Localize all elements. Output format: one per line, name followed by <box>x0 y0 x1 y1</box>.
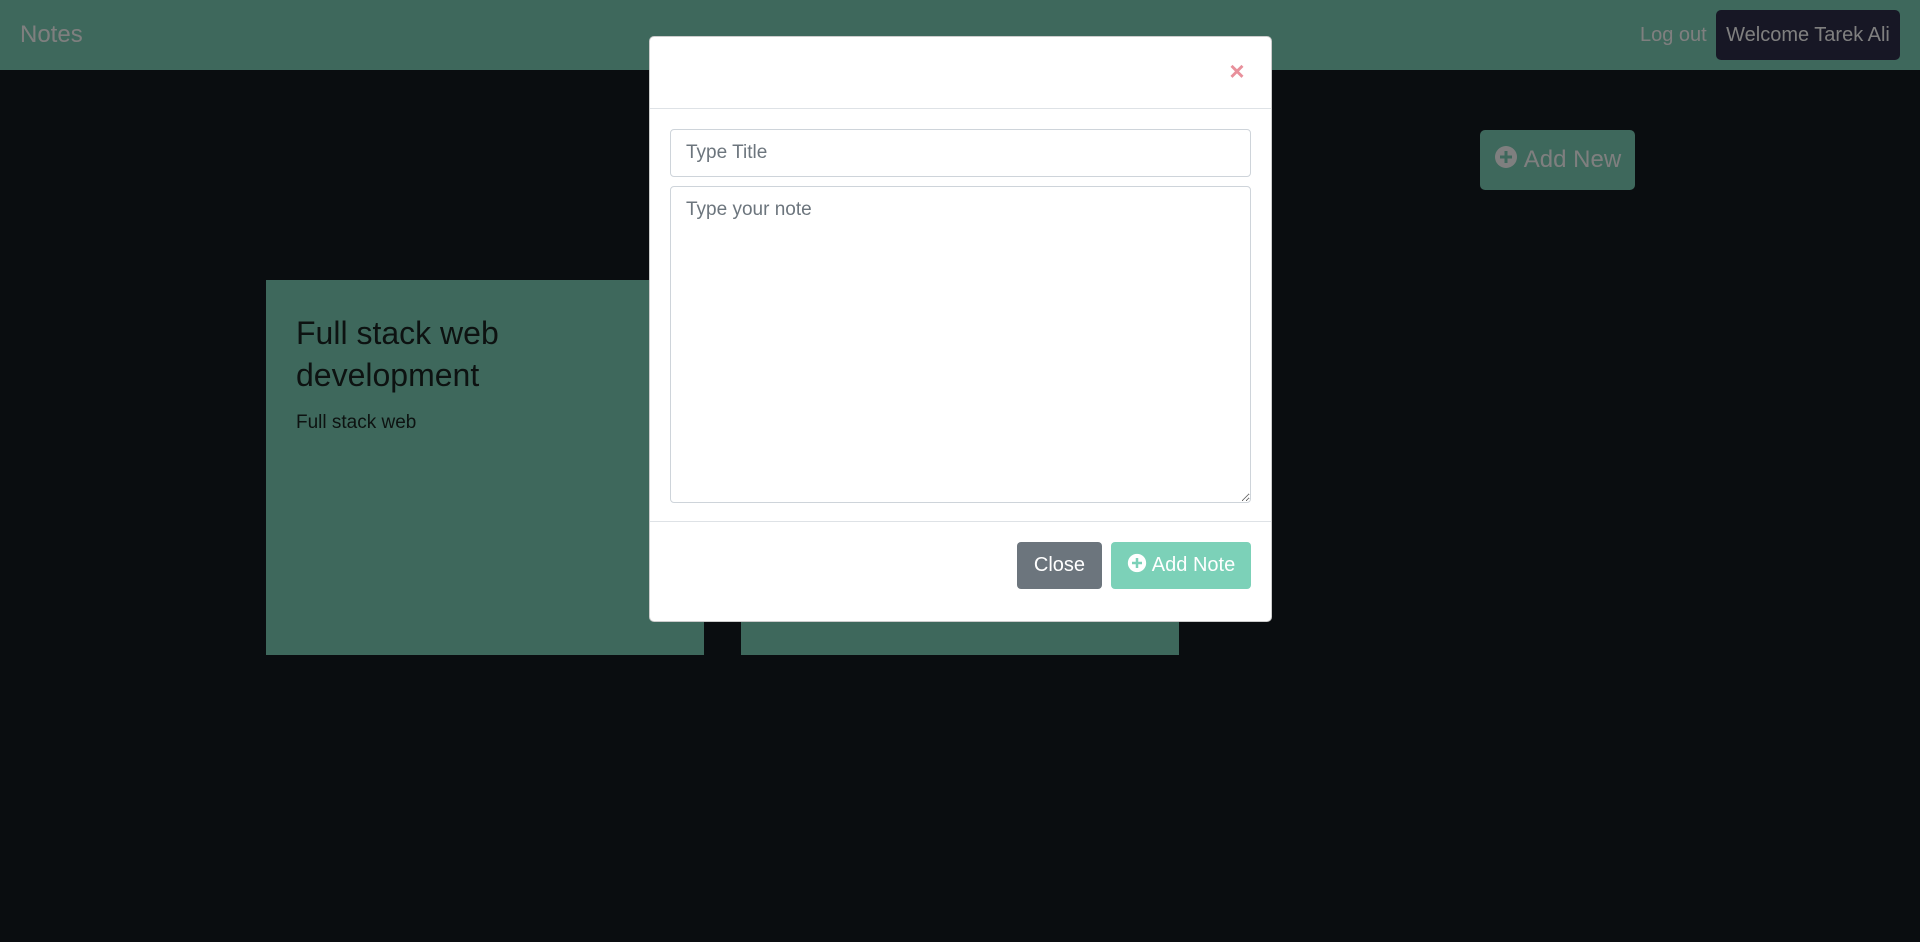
close-icon[interactable]: × <box>1223 56 1251 86</box>
add-note-button[interactable]: Add Note <box>1111 542 1251 589</box>
modal-body <box>650 109 1271 522</box>
modal-header: × <box>650 37 1271 109</box>
title-input[interactable] <box>670 129 1251 177</box>
add-note-modal: × Close Add Note <box>649 36 1272 622</box>
plus-circle-icon <box>1127 553 1147 579</box>
close-button[interactable]: Close <box>1017 542 1102 589</box>
modal-footer: Close Add Note <box>650 522 1271 622</box>
note-textarea[interactable] <box>670 186 1251 503</box>
add-note-label: Add Note <box>1151 554 1236 576</box>
